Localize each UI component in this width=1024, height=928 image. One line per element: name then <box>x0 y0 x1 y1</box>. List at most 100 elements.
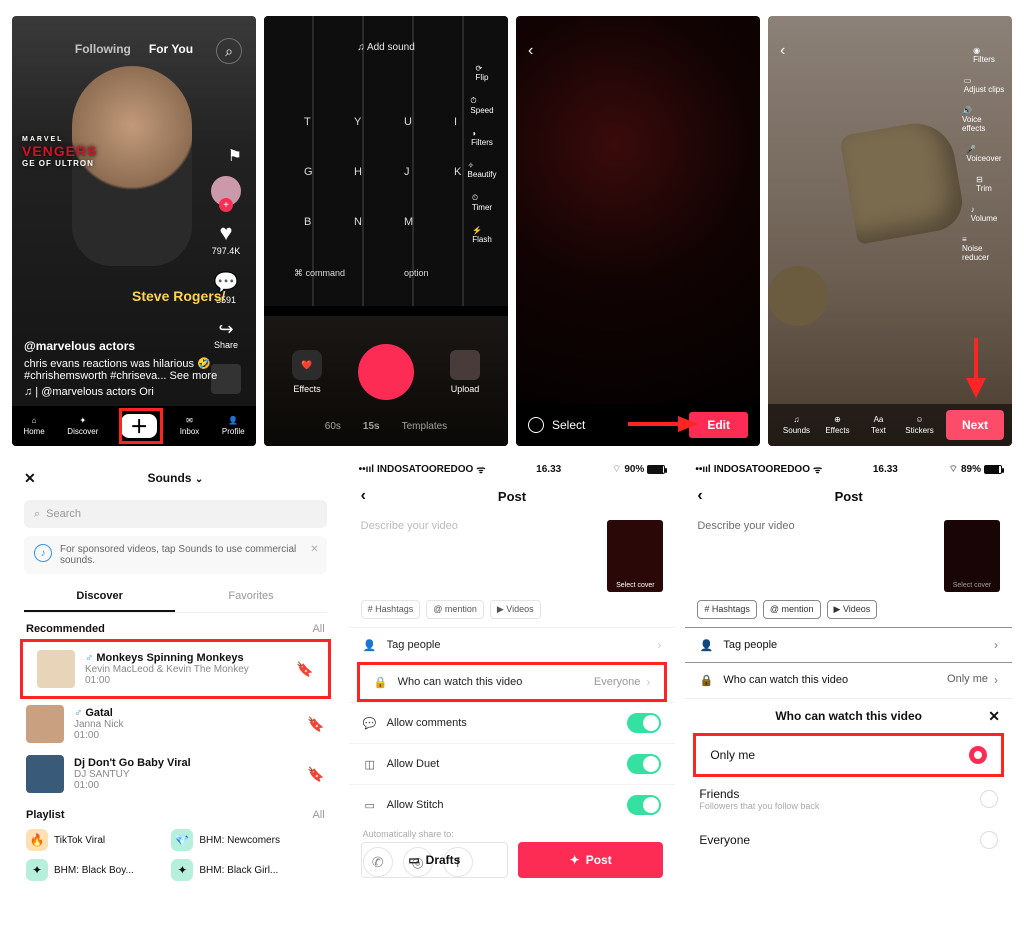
bookmark-button[interactable]: 🔖 <box>296 661 313 678</box>
sheet-close[interactable]: ✕ <box>988 708 1000 725</box>
tool-filters[interactable]: ◑Filters <box>471 129 493 147</box>
report-icon[interactable]: ⚑ <box>228 146 242 166</box>
description-input[interactable]: Describe your video <box>361 520 600 592</box>
back-button[interactable]: ‹ <box>528 42 533 60</box>
dur-60s[interactable]: 60s <box>325 421 341 432</box>
noise-icon: ≡ <box>962 235 1006 244</box>
sound-marquee[interactable]: ♫ | @marvelous actors Ori <box>24 386 217 398</box>
chip-mention[interactable]: @ mention <box>426 600 484 619</box>
back-button[interactable]: ‹ <box>780 42 785 60</box>
playlist-3[interactable]: ✦BHM: Black Girl... <box>171 859 308 881</box>
tool-trim[interactable]: ⊟Trim <box>976 175 992 193</box>
battery-pct: 90% <box>624 464 644 475</box>
chip-hashtags[interactable]: # Hashtags <box>361 600 421 619</box>
close-button[interactable]: ✕ <box>24 470 36 487</box>
nav-discover[interactable]: ✦Discover <box>67 416 98 436</box>
playlist-0[interactable]: 🔥TikTok Viral <box>26 829 163 851</box>
see-all-link[interactable]: All <box>312 623 324 635</box>
effects-button[interactable]: ❤️ Effects <box>292 350 322 394</box>
select-label: Select <box>552 418 585 432</box>
caption-line-2[interactable]: #chrishemsworth #chriseva... See more <box>24 370 217 382</box>
heart-icon: ♥ <box>219 220 232 246</box>
tool-flip[interactable]: ⟳Flip <box>476 64 489 82</box>
toggle-stitch[interactable] <box>627 795 661 815</box>
tool-voiceover[interactable]: 🎤Voiceover <box>966 145 1001 163</box>
tool-adjust-clips[interactable]: ▭Adjust clips <box>964 76 1004 94</box>
clock: 16.33 <box>536 464 561 475</box>
compass-icon: ✦ <box>80 416 87 425</box>
tool-noise[interactable]: ≡Noise reducer <box>962 235 1006 262</box>
record-button[interactable] <box>358 344 414 400</box>
opt-tag-people[interactable]: 👤Tag people › <box>349 627 676 662</box>
playlist-1[interactable]: 💎BHM: Newcomers <box>171 829 308 851</box>
add-sound-button[interactable]: ♫ Add sound <box>357 42 415 53</box>
tab-favorites[interactable]: Favorites <box>175 582 326 612</box>
opt-privacy[interactable]: 🔒Who can watch this video Everyone› <box>360 665 665 699</box>
bookmark-button[interactable]: 🔖 <box>307 766 324 783</box>
tab-foryou[interactable]: For You <box>149 42 193 56</box>
post-button[interactable]: ✦Post <box>518 842 663 878</box>
footer-text[interactable]: AaText <box>858 415 899 435</box>
search-placeholder: Search <box>46 508 81 520</box>
select-toggle[interactable]: Select <box>528 417 585 433</box>
footer-stickers[interactable]: ☺Stickers <box>899 415 940 435</box>
annotation-arrow-edit <box>628 414 698 434</box>
nav-inbox[interactable]: ✉Inbox <box>180 416 200 436</box>
sound-item-2[interactable]: Dj Don't Go Baby Viral DJ SANTUY01:00 🔖 <box>12 749 339 799</box>
tool-filters[interactable]: ◉Filters <box>973 46 995 64</box>
privacy-friends[interactable]: FriendsFollowers that you follow back <box>685 777 1012 821</box>
bookmark-button[interactable]: 🔖 <box>307 716 324 733</box>
sound-item-1[interactable]: ♂ Gatal Janna Nick01:00 🔖 <box>12 699 339 749</box>
sound-item-0[interactable]: ♂ Monkeys Spinning Monkeys Kevin MacLeod… <box>23 644 328 694</box>
sound-search[interactable]: ⌕ Search <box>24 500 327 528</box>
edit-button[interactable]: Edit <box>689 412 748 438</box>
drafts-button[interactable]: ▭Drafts <box>361 842 508 878</box>
tab-discover[interactable]: Discover <box>24 582 175 612</box>
dur-templates[interactable]: Templates <box>402 421 448 432</box>
bt-icon: ⌔ <box>612 463 621 476</box>
tool-beautify[interactable]: ✧Beautify <box>468 161 497 179</box>
beautify-icon: ✧ <box>468 161 497 170</box>
toggle-duet[interactable] <box>627 754 661 774</box>
back-button[interactable]: ‹ <box>697 487 702 505</box>
creator-avatar[interactable]: + <box>211 176 241 206</box>
tool-volume[interactable]: ♪Volume <box>971 205 998 223</box>
upload-button[interactable]: Upload <box>450 350 480 394</box>
playlist-2[interactable]: ✦BHM: Black Boy... <box>26 859 163 881</box>
follow-plus-icon[interactable]: + <box>219 198 233 212</box>
chevron-down-icon[interactable]: ⌄ <box>195 474 203 485</box>
dur-15s[interactable]: 15s <box>363 421 380 432</box>
search-button[interactable]: ⌕ <box>216 38 242 64</box>
cover-selector[interactable]: Select cover <box>607 520 663 592</box>
radio-selected-icon <box>969 746 987 764</box>
share-label: Share <box>214 340 238 350</box>
chip-videos[interactable]: ▶ Videos <box>490 600 541 619</box>
privacy-only-me[interactable]: Only me <box>696 736 1001 774</box>
nav-home[interactable]: ⌂Home <box>23 416 44 436</box>
footer-effects[interactable]: ⊕Effects <box>817 415 858 435</box>
privacy-everyone[interactable]: Everyone <box>685 821 1012 859</box>
tool-flash[interactable]: ⚡Flash <box>472 226 492 244</box>
see-all-link[interactable]: All <box>312 809 324 821</box>
promo-close[interactable]: ✕ <box>310 544 318 555</box>
like-button[interactable]: ♥ 797.4K <box>212 220 241 256</box>
tab-following[interactable]: Following <box>75 42 131 56</box>
sound-title: Monkeys Spinning Monkeys <box>96 652 243 664</box>
nav-profile[interactable]: 👤Profile <box>222 416 245 436</box>
privacy-value: Everyone <box>594 676 640 688</box>
clock: 16.33 <box>873 464 898 475</box>
sound-duration: 01:00 <box>85 675 286 686</box>
footer-sounds[interactable]: ♫Sounds <box>776 415 817 435</box>
stitch-icon: ▭ <box>363 798 377 812</box>
duet-icon: ◫ <box>363 757 377 771</box>
tool-voice-effects[interactable]: 🔊Voice effects <box>962 106 1006 133</box>
next-button[interactable]: Next <box>946 410 1004 440</box>
toggle-comments[interactable] <box>627 713 661 733</box>
share-button[interactable]: ↪ Share <box>214 319 238 350</box>
section-title: Recommended <box>26 623 105 635</box>
screen-feed: MARVEL VENGERS GE OF ULTRON Following Fo… <box>12 16 256 446</box>
tool-speed[interactable]: ⏱Speed <box>470 96 493 115</box>
tool-timer[interactable]: ⏲Timer <box>472 193 492 212</box>
back-button[interactable]: ‹ <box>361 487 366 505</box>
creator-handle[interactable]: @marvelous actors <box>24 339 217 353</box>
